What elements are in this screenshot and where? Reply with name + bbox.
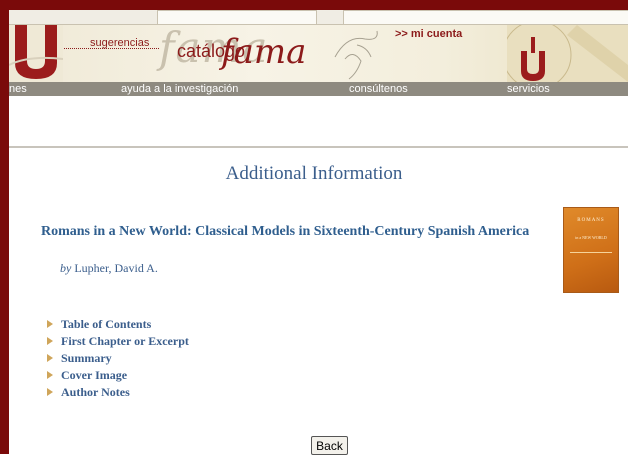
cover-title: ROMANS: [577, 218, 605, 223]
university-logo-icon[interactable]: [9, 25, 63, 82]
window-frame-top: [0, 0, 628, 10]
link-label[interactable]: Table of Contents: [61, 317, 151, 331]
triangle-right-icon: [47, 388, 53, 396]
site-nav-bar: nes ayuda a la investigación consúltenos…: [9, 82, 628, 96]
nav-item-servicios[interactable]: servicios: [507, 82, 550, 96]
window-frame-left: [0, 0, 9, 454]
university-seal-icon: [507, 25, 628, 82]
nav-item-ayuda[interactable]: ayuda a la investigación: [121, 82, 238, 96]
sugerencias-link[interactable]: sugerencias: [90, 37, 149, 49]
figure-sketch-icon: [334, 30, 378, 80]
browser-tab-strip: [9, 10, 628, 25]
page-title: Additional Information: [225, 163, 403, 184]
byline: by Lupher, David A.: [60, 261, 158, 276]
link-first-chapter[interactable]: First Chapter or Excerpt: [47, 333, 189, 350]
cover-rule: [570, 252, 612, 271]
triangle-right-icon: [47, 354, 53, 362]
browser-tab[interactable]: [343, 10, 628, 24]
triangle-right-icon: [47, 320, 53, 328]
link-author-notes[interactable]: Author Notes: [47, 384, 189, 401]
site-banner: sugerencias fama catálogo fama >> mi cue…: [9, 25, 628, 82]
author-name: Lupher, David A.: [74, 261, 158, 275]
link-label[interactable]: Author Notes: [61, 385, 130, 399]
mi-cuenta-link[interactable]: >> mi cuenta: [395, 28, 462, 40]
by-label: by: [60, 261, 72, 275]
triangle-right-icon: [47, 371, 53, 379]
link-cover-image[interactable]: Cover Image: [47, 367, 189, 384]
link-label[interactable]: Summary: [61, 351, 112, 365]
link-summary[interactable]: Summary: [47, 350, 189, 367]
fama-logo-text[interactable]: fama: [221, 32, 306, 72]
book-title: Romans in a New World: Classical Models …: [41, 224, 530, 239]
browser-tab[interactable]: [157, 10, 317, 24]
link-table-of-contents[interactable]: Table of Contents: [47, 316, 189, 333]
additional-info-links: Table of Contents First Chapter or Excer…: [47, 316, 189, 401]
back-button[interactable]: Back: [311, 436, 348, 455]
nav-item-consultenos[interactable]: consúltenos: [349, 82, 408, 96]
link-label[interactable]: Cover Image: [61, 368, 127, 382]
nav-item-nes[interactable]: nes: [9, 82, 27, 96]
link-label[interactable]: First Chapter or Excerpt: [61, 334, 189, 348]
section-divider: [9, 146, 628, 148]
triangle-right-icon: [47, 337, 53, 345]
cover-subtitle: in a NEW WORLD: [575, 235, 607, 240]
book-cover-image[interactable]: ROMANS in a NEW WORLD: [563, 207, 619, 293]
